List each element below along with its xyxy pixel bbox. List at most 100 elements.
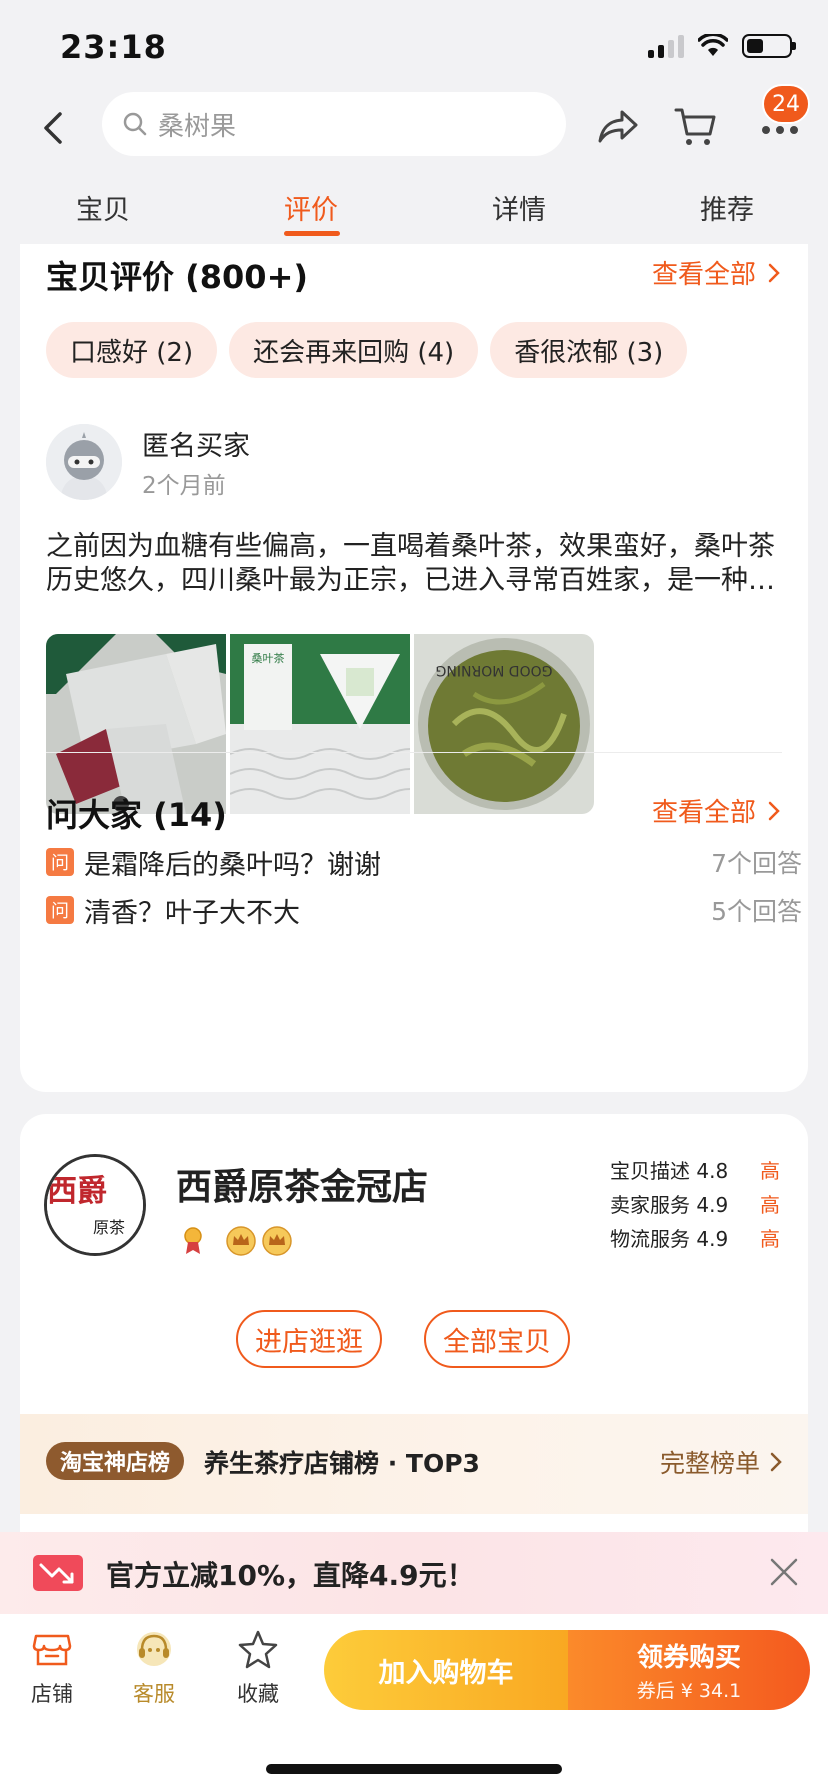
- battery-icon: [742, 34, 796, 58]
- shop-icon: [32, 1634, 72, 1666]
- favorite-label: 收藏: [237, 1682, 279, 1706]
- cart-badge: 24: [762, 84, 810, 124]
- review-photos: 桑叶茶 GOOD MORNING: [46, 634, 594, 814]
- back-icon[interactable]: [34, 108, 74, 148]
- buy-with-coupon-button[interactable]: 领券购买 券后 ¥ 34.1: [568, 1630, 810, 1710]
- qa-answer-count: 5个回答: [711, 897, 802, 926]
- customer-service-icon: [137, 1632, 171, 1666]
- review-time: 2个月前: [142, 473, 226, 499]
- status-bar: 23:18: [0, 0, 828, 96]
- buy-label: 领券购买: [636, 1643, 741, 1673]
- review-tags: 口感好 (2) 还会再来回购 (4) 香很浓郁 (3): [46, 322, 688, 378]
- rating-score: 4.8: [696, 1159, 729, 1183]
- rating-label: 宝贝描述: [610, 1159, 690, 1183]
- review-tag[interactable]: 口感好 (2): [46, 322, 218, 378]
- bottom-bar: 店铺 客服 收藏 加入购物车 领券购买 券后 ¥ 34.1: [0, 1614, 828, 1792]
- share-icon[interactable]: [594, 102, 642, 150]
- nav-bar: 桑树果 24: [0, 84, 828, 162]
- review-card: 宝贝评价 (800+) 查看全部 口感好 (2) 还会再来回购 (4) 香很浓郁…: [20, 244, 808, 1092]
- crown-icon: [226, 1226, 256, 1256]
- rating-level: 高: [760, 1193, 780, 1217]
- crown-icon: [262, 1226, 292, 1256]
- divider: [46, 752, 782, 753]
- search-input[interactable]: 桑树果: [102, 92, 566, 156]
- qa-item[interactable]: 问 清香？叶子大不大 5个回答: [46, 890, 802, 930]
- review-photo[interactable]: 桑叶茶: [230, 634, 410, 814]
- rating-row: 卖家服务 4.9 高: [610, 1188, 780, 1222]
- store-name[interactable]: 西爵原茶金冠店: [176, 1158, 428, 1210]
- qa-see-all[interactable]: 查看全部: [652, 792, 780, 829]
- rating-level: 高: [760, 1227, 780, 1251]
- review-text[interactable]: 之前因为血糖有些偏高，一直喝着桑叶茶，效果蛮好，桑叶茶历史悠久，四川桑叶最为正宗…: [46, 530, 786, 598]
- store-logo[interactable]: 西爵 原茶: [44, 1154, 146, 1256]
- logo-text: 西爵: [47, 1174, 107, 1209]
- star-icon: [238, 1630, 278, 1669]
- qa-question: 是霜降后的桑叶吗？谢谢: [84, 849, 381, 881]
- search-placeholder: 桑树果: [158, 111, 237, 142]
- store-ratings: 宝贝描述 4.8 高 卖家服务 4.9 高 物流服务 4.9 高: [610, 1154, 780, 1256]
- reviews-title: 宝贝评价 (800+): [46, 258, 309, 296]
- promo-text: 官方立减10%，直降4.9元！: [106, 1559, 475, 1592]
- home-indicator[interactable]: [266, 1764, 562, 1774]
- purchase-actions: 加入购物车 领券购买 券后 ¥ 34.1: [324, 1630, 810, 1710]
- shop-label: 店铺: [31, 1682, 73, 1706]
- ranking-link[interactable]: 完整榜单: [660, 1444, 782, 1480]
- store-card: 西爵 原茶 西爵原茶金冠店 宝贝描述 4.8 高 卖家服务 4.9 高 物流服务…: [20, 1114, 808, 1534]
- rating-label: 卖家服务: [610, 1193, 690, 1217]
- ranking-link-label: 完整榜单: [659, 1449, 760, 1478]
- qa-answer-count: 7个回答: [711, 849, 802, 878]
- signal-icon: [648, 34, 684, 58]
- chevron-right-icon: [770, 1452, 782, 1472]
- status-icons: [648, 34, 796, 58]
- question-badge: 问: [46, 896, 74, 924]
- search-icon: [123, 112, 147, 136]
- wifi-icon: [698, 34, 728, 56]
- review-photo[interactable]: [46, 634, 226, 814]
- chevron-right-icon: [768, 801, 780, 820]
- active-tab-indicator: [284, 231, 340, 236]
- close-icon[interactable]: [764, 1552, 804, 1592]
- price-drop-icon: [33, 1555, 83, 1591]
- tab-baobei[interactable]: 宝贝: [76, 188, 130, 227]
- rating-score: 4.9: [696, 1193, 729, 1217]
- all-items-button[interactable]: 全部宝贝: [424, 1310, 570, 1368]
- shop-button[interactable]: 店铺: [10, 1628, 94, 1708]
- coupon-price: 券后 ¥ 34.1: [636, 1680, 742, 1702]
- cart-icon[interactable]: [672, 102, 720, 150]
- photo-cup-print: GOOD MORNING: [436, 662, 553, 678]
- avatar: [46, 424, 122, 500]
- enter-store-button[interactable]: 进店逛逛: [236, 1310, 382, 1368]
- tab-details[interactable]: 详情: [492, 188, 546, 227]
- ranking-badge: 淘宝神店榜: [46, 1442, 185, 1480]
- qa-item[interactable]: 问 是霜降后的桑叶吗？谢谢 7个回答: [46, 842, 802, 882]
- question-badge: 问: [46, 848, 74, 876]
- rating-score: 4.9: [696, 1227, 729, 1251]
- tab-reviews[interactable]: 评价: [284, 188, 338, 227]
- status-time: 23:18: [60, 28, 167, 66]
- service-button[interactable]: 客服: [112, 1628, 196, 1708]
- add-to-cart-button[interactable]: 加入购物车: [324, 1630, 568, 1710]
- ranking-bar[interactable]: 淘宝神店榜 养生茶疗店铺榜 · TOP3 完整榜单: [20, 1414, 808, 1514]
- promo-banner[interactable]: 官方立减10%，直降4.9元！: [0, 1532, 828, 1614]
- favorite-button[interactable]: 收藏: [216, 1628, 300, 1708]
- reviews-see-all[interactable]: 查看全部: [652, 254, 780, 291]
- qa-see-all-label: 查看全部: [651, 798, 756, 828]
- chevron-right-icon: [768, 263, 780, 282]
- review-tag[interactable]: 还会再来回购 (4): [229, 322, 479, 378]
- rating-label: 物流服务: [610, 1227, 690, 1251]
- tab-bar: 宝贝 评价 详情 推荐: [0, 172, 828, 244]
- qa-question: 清香？叶子大不大: [84, 897, 300, 929]
- store-badges: [180, 1226, 292, 1256]
- rating-row: 宝贝描述 4.8 高: [610, 1154, 780, 1188]
- logo-sub: 原茶: [93, 1218, 125, 1237]
- tab-recommend[interactable]: 推荐: [700, 188, 754, 227]
- reviewer-name: 匿名买家: [142, 431, 250, 462]
- reviews-see-all-label: 查看全部: [651, 260, 756, 290]
- rating-level: 高: [760, 1159, 780, 1183]
- review-tag[interactable]: 香很浓郁 (3): [490, 322, 688, 378]
- photo-box-label: 桑叶茶: [252, 652, 285, 665]
- review-photo[interactable]: GOOD MORNING: [414, 634, 594, 814]
- rating-row: 物流服务 4.9 高: [610, 1222, 780, 1256]
- medal-icon: [184, 1227, 202, 1254]
- ranking-text: 养生茶疗店铺榜 · TOP3: [204, 1449, 480, 1478]
